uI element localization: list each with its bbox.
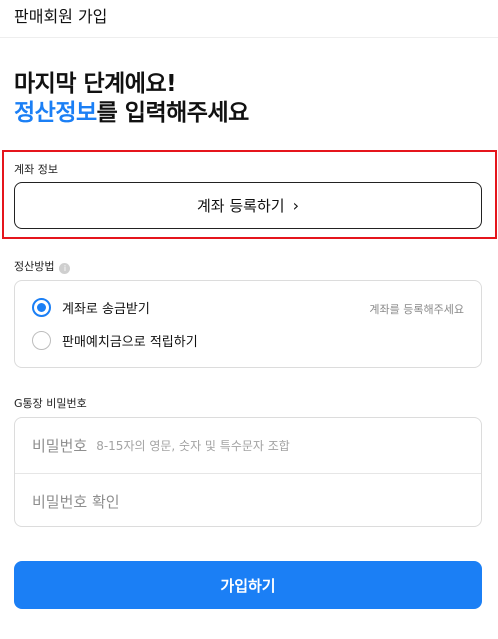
headline-line2: 정산정보를 입력해주세요 — [14, 99, 249, 128]
register-account-label: 계좌 등록하기 — [197, 197, 285, 215]
headline-line2-rest: 를 입력해주세요 — [96, 100, 250, 126]
chevron-right-icon: › — [292, 196, 299, 215]
info-icon[interactable]: i — [59, 263, 71, 274]
settlement-section-label: 정산방법 i — [14, 258, 71, 274]
page-title: 판매회원 가입 — [14, 7, 108, 26]
radio-option-hint: 계좌를 등록해주세요 — [369, 303, 464, 316]
radio-option-label: 판매예치금으로 적립하기 — [62, 335, 198, 350]
radio-option-bank-transfer[interactable]: 계좌로 송금받기 — [32, 298, 150, 317]
password-confirm-label: 비밀번호 확인 — [32, 492, 120, 511]
headline-accent: 정산정보 — [14, 100, 97, 126]
page-header: 판매회원 가입 — [0, 0, 498, 38]
radio-option-deposit[interactable]: 판매예치금으로 적립하기 — [32, 331, 198, 350]
register-account-button[interactable]: 계좌 등록하기 › — [14, 182, 482, 229]
radio-checked-icon[interactable] — [32, 298, 51, 317]
password-field[interactable]: 비밀번호 8-15자의 영문, 숫자 및 특수문자 조합 — [15, 418, 481, 473]
password-field-label: 비밀번호 — [32, 437, 88, 455]
radio-option-label: 계좌로 송금받기 — [62, 302, 150, 317]
password-section-label: G통장 비밀번호 — [14, 397, 87, 410]
password-box: 비밀번호 8-15자의 영문, 숫자 및 특수문자 조합 비밀번호 확인 — [14, 417, 482, 527]
radio-unchecked-icon[interactable] — [32, 331, 51, 350]
headline-line1: 마지막 단계에요! — [14, 71, 177, 97]
settlement-label-text: 정산방법 — [14, 260, 55, 273]
settlement-method-box: 계좌로 송금받기 계좌를 등록해주세요 판매예치금으로 적립하기 — [14, 280, 482, 368]
account-section-label: 계좌 정보 — [14, 163, 58, 176]
headline: 마지막 단계에요! 정산정보를 입력해주세요 — [14, 70, 249, 128]
password-field-hint: 8-15자의 영문, 숫자 및 특수문자 조합 — [96, 439, 290, 453]
signup-submit-button[interactable]: 가입하기 — [14, 561, 482, 609]
password-confirm-field[interactable]: 비밀번호 확인 — [15, 473, 481, 528]
